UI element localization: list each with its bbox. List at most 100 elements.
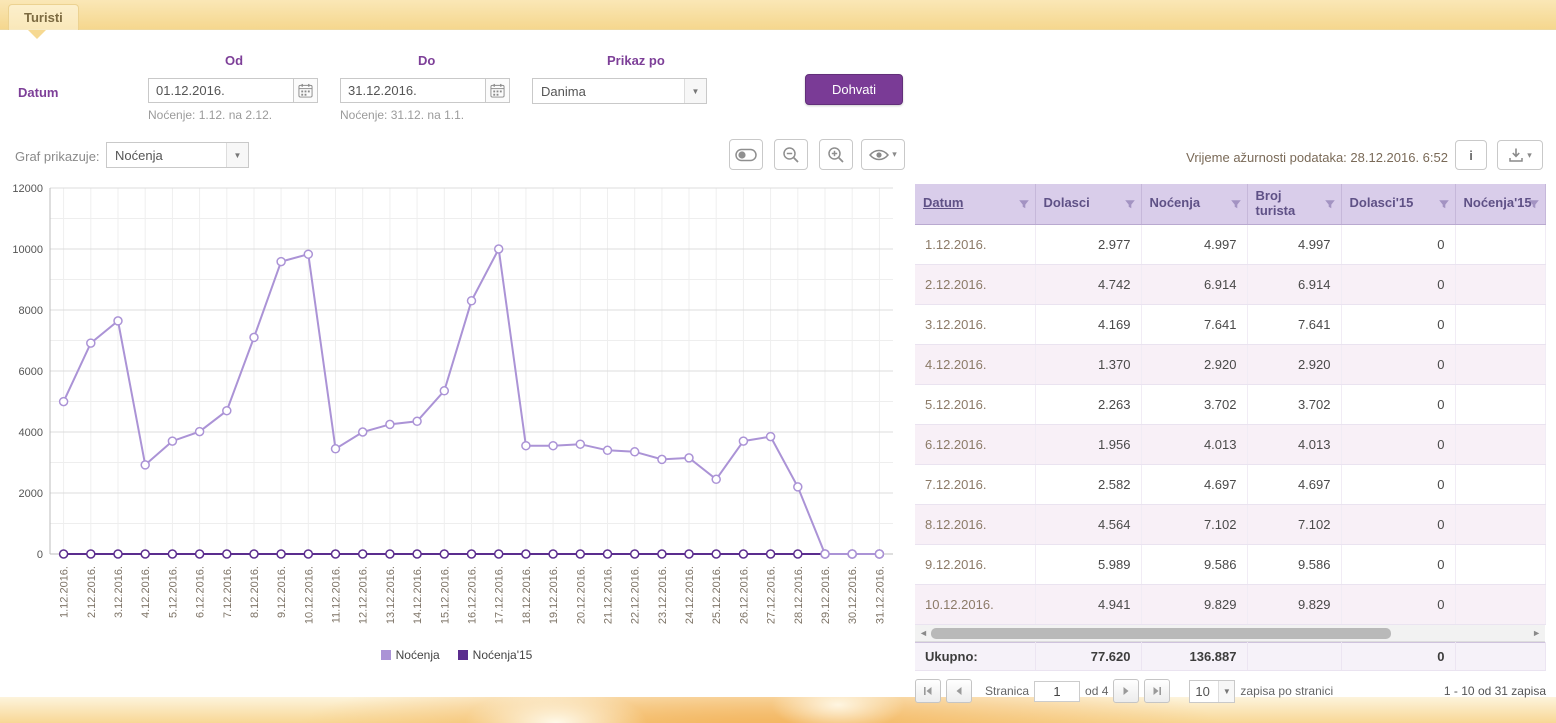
cell-dolasci-15: 0 [1341, 224, 1455, 264]
table-row[interactable]: 8.12.2016.4.5647.1027.1020 [915, 504, 1545, 544]
table-row[interactable]: 9.12.2016.5.9899.5869.5860 [915, 544, 1545, 584]
graf-prikazuje-select[interactable]: Noćenja ▼ [106, 142, 249, 168]
cell-nocenja: 4.997 [1141, 224, 1247, 264]
per-page-label: zapisa po stranici [1240, 684, 1333, 698]
zoom-out-button[interactable] [774, 139, 808, 170]
cell-nocenja-15 [1455, 224, 1545, 264]
cell-dolasci-15: 0 [1341, 344, 1455, 384]
date-to-input[interactable] [340, 78, 486, 103]
cell-broj-turista: 9.586 [1247, 544, 1341, 584]
column-header-dolasci[interactable]: Dolasci [1035, 184, 1141, 224]
svg-text:23.12.2016.: 23.12.2016. [657, 566, 669, 624]
filter-icon[interactable] [1018, 198, 1030, 210]
eye-icon [869, 148, 889, 162]
table-row[interactable]: 10.12.2016.4.9419.8299.8290 [915, 584, 1545, 624]
table-row[interactable]: 2.12.2016.4.7426.9146.9140 [915, 264, 1545, 304]
export-download-button[interactable]: ▾ [1497, 140, 1543, 170]
legend-item-0[interactable]: Noćenja [381, 648, 440, 662]
table-row[interactable]: 7.12.2016.2.5824.6974.6970 [915, 464, 1545, 504]
svg-text:9.12.2016.: 9.12.2016. [276, 566, 288, 618]
table-row[interactable]: 4.12.2016.1.3702.9202.9200 [915, 344, 1545, 384]
page-number-input[interactable] [1034, 681, 1080, 702]
chevron-down-icon: ▼ [226, 143, 248, 167]
zoom-in-button[interactable] [819, 139, 853, 170]
calendar-from-button[interactable] [294, 78, 318, 103]
line-chart[interactable]: 0200040006000800010000120001.12.2016.2.1… [8, 180, 905, 646]
column-header-dolasci-15[interactable]: Dolasci'15 [1341, 184, 1455, 224]
column-header-broj-turista[interactable]: Broj turista [1247, 184, 1341, 224]
svg-text:2000: 2000 [19, 488, 43, 500]
info-button[interactable]: i [1455, 140, 1487, 170]
data-table: DatumDolasciNoćenjaBroj turistaDolasci'1… [915, 184, 1546, 625]
svg-text:20.12.2016.: 20.12.2016. [575, 566, 587, 624]
cell-nocenja: 9.586 [1141, 544, 1247, 584]
od-label: Od [225, 53, 243, 68]
legend-item-1[interactable]: Noćenja'15 [458, 648, 533, 662]
last-page-button[interactable] [1144, 679, 1170, 703]
cell-nocenja: 6.914 [1141, 264, 1247, 304]
cell-nocenja-15 [1455, 264, 1545, 304]
graf-prikazuje-value: Noćenja [107, 148, 226, 163]
filter-icon[interactable] [1124, 198, 1136, 210]
cell-dolasci-15: 0 [1341, 464, 1455, 504]
chart-toggle-button[interactable] [729, 139, 763, 170]
chart-legend: Noćenja Noćenja'15 [8, 648, 905, 662]
column-header-nocenja[interactable]: Noćenja [1141, 184, 1247, 224]
scroll-right-icon[interactable]: ► [1532, 628, 1541, 639]
cell-nocenja: 9.829 [1141, 584, 1247, 624]
scroll-left-icon[interactable]: ◄ [919, 628, 928, 639]
cell-nocenja-15 [1455, 464, 1545, 504]
cell-dolasci: 2.977 [1035, 224, 1141, 264]
scrollbar-thumb[interactable] [931, 628, 1391, 639]
cell-datum: 7.12.2016. [915, 464, 1035, 504]
cell-dolasci: 4.941 [1035, 584, 1141, 624]
cell-dolasci: 2.582 [1035, 464, 1141, 504]
dohvati-button[interactable]: Dohvati [805, 74, 903, 105]
total-dolasci: 77.620 [1035, 642, 1141, 670]
cell-nocenja: 7.102 [1141, 504, 1247, 544]
svg-text:8000: 8000 [19, 305, 43, 317]
cell-dolasci: 1.956 [1035, 424, 1141, 464]
filter-icon[interactable] [1230, 198, 1242, 210]
calendar-to-button[interactable] [486, 78, 510, 103]
cell-dolasci: 4.742 [1035, 264, 1141, 304]
date-from-input[interactable] [148, 78, 294, 103]
page-size-select[interactable]: 10 ▼ [1189, 680, 1235, 703]
cell-dolasci: 5.989 [1035, 544, 1141, 584]
svg-text:10.12.2016.: 10.12.2016. [303, 566, 315, 624]
cell-dolasci: 2.263 [1035, 384, 1141, 424]
table-row[interactable]: 6.12.2016.1.9564.0134.0130 [915, 424, 1545, 464]
svg-text:16.12.2016.: 16.12.2016. [467, 566, 479, 624]
table-row[interactable]: 5.12.2016.2.2633.7023.7020 [915, 384, 1545, 424]
column-header-datum[interactable]: Datum [915, 184, 1035, 224]
series-visibility-button[interactable]: ▾ [861, 139, 905, 170]
table-row[interactable]: 3.12.2016.4.1697.6417.6410 [915, 304, 1545, 344]
first-page-button[interactable] [915, 679, 941, 703]
cell-nocenja: 4.697 [1141, 464, 1247, 504]
svg-text:4.12.2016.: 4.12.2016. [140, 566, 152, 618]
chart-svg-mount[interactable]: 0200040006000800010000120001.12.2016.2.1… [8, 180, 908, 646]
tab-turisti[interactable]: Turisti [8, 4, 79, 30]
table-horizontal-scrollbar[interactable]: ◄ ► [915, 625, 1545, 642]
cell-dolasci-15: 0 [1341, 304, 1455, 344]
filter-icon[interactable] [1438, 198, 1450, 210]
cell-dolasci: 4.564 [1035, 504, 1141, 544]
table-row[interactable]: 1.12.2016.2.9774.9974.9970 [915, 224, 1545, 264]
cell-nocenja: 4.013 [1141, 424, 1247, 464]
prev-page-button[interactable] [946, 679, 972, 703]
tab-pointer-icon [28, 30, 46, 39]
svg-text:17.12.2016.: 17.12.2016. [494, 566, 506, 624]
chevron-down-icon: ▼ [684, 79, 706, 103]
filter-icon[interactable] [1528, 198, 1540, 210]
prikaz-po-select[interactable]: Danima ▼ [532, 78, 707, 104]
table-header-row: DatumDolasciNoćenjaBroj turistaDolasci'1… [915, 184, 1545, 224]
filter-icon[interactable] [1324, 198, 1336, 210]
cell-datum: 9.12.2016. [915, 544, 1035, 584]
column-header-nocenja-15[interactable]: Noćenja'15 [1455, 184, 1545, 224]
legend-label: Noćenja [396, 648, 440, 662]
svg-text:0: 0 [37, 549, 43, 561]
next-page-button[interactable] [1113, 679, 1139, 703]
page-count-label: od 4 [1085, 684, 1108, 698]
legend-swatch [458, 650, 468, 660]
cell-datum: 1.12.2016. [915, 224, 1035, 264]
